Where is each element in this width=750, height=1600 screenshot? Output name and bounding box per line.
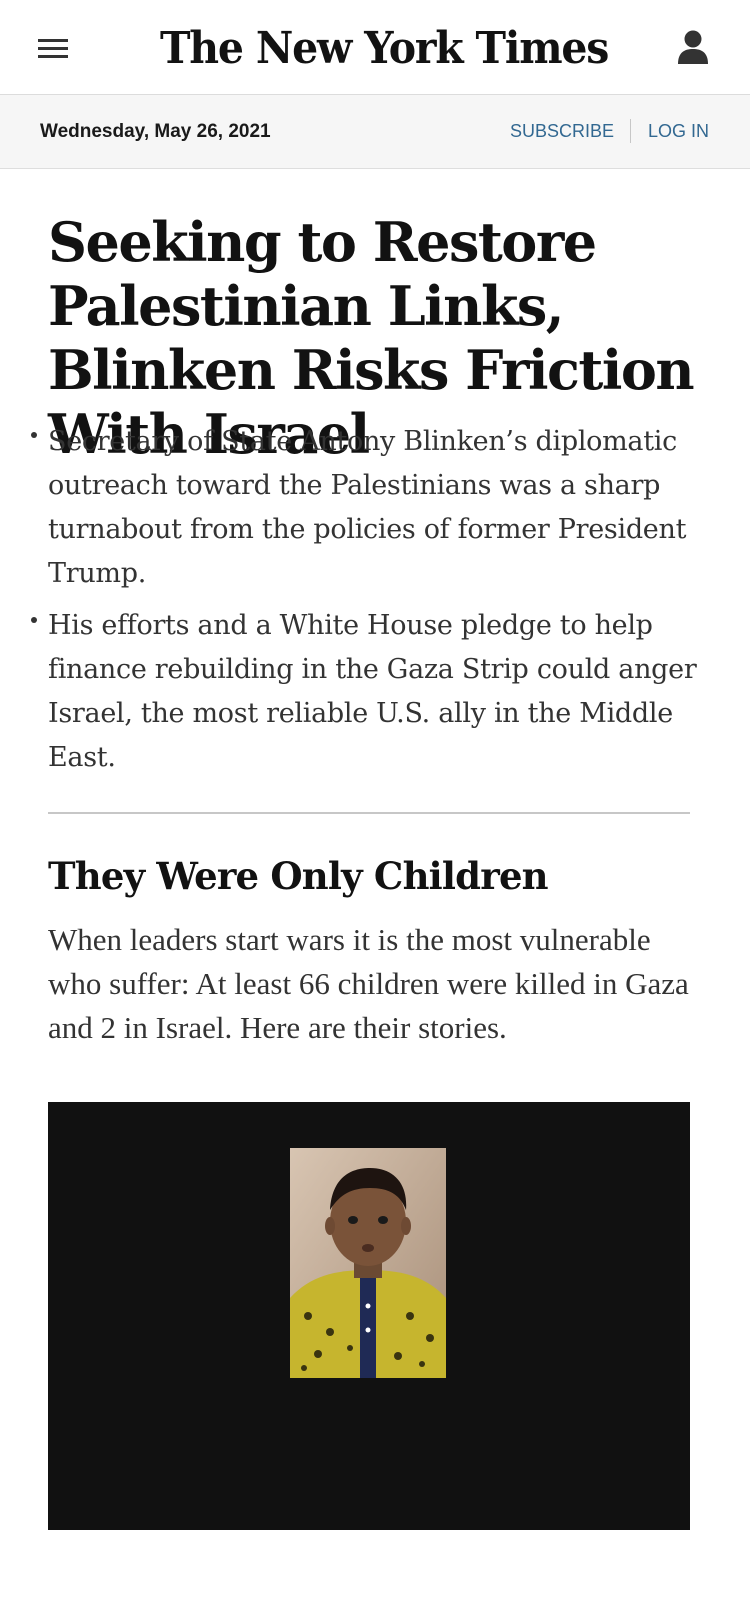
lead-story-summary-2: His efforts and a White House pledge to … [48,610,697,773]
subscribe-link[interactable]: SUBSCRIBE [510,95,614,168]
date-bar: Wednesday, May 26, 2021 SUBSCRIBE LOG IN [0,95,750,169]
second-story-headline[interactable]: They Were Only Children [48,852,708,900]
section-divider [48,812,690,814]
summary-bullet [31,432,37,438]
hamburger-menu-icon[interactable] [38,37,68,59]
nyt-logo[interactable]: The New York Times [160,16,609,81]
current-date: Wednesday, May 26, 2021 [40,121,271,142]
login-link[interactable]: LOG IN [648,95,709,168]
summary-bullet [31,617,37,623]
story-media-frame[interactable] [48,1102,690,1530]
second-story-summary: When leaders start wars it is the most v… [48,922,689,1045]
user-account-icon[interactable] [675,28,711,68]
link-divider [630,119,631,143]
child-portrait-photo [290,1148,446,1378]
lead-story-summary-1: Secretary of State Antony Blinken’s dipl… [48,426,687,589]
top-navigation-bar: The New York Times [0,0,750,95]
